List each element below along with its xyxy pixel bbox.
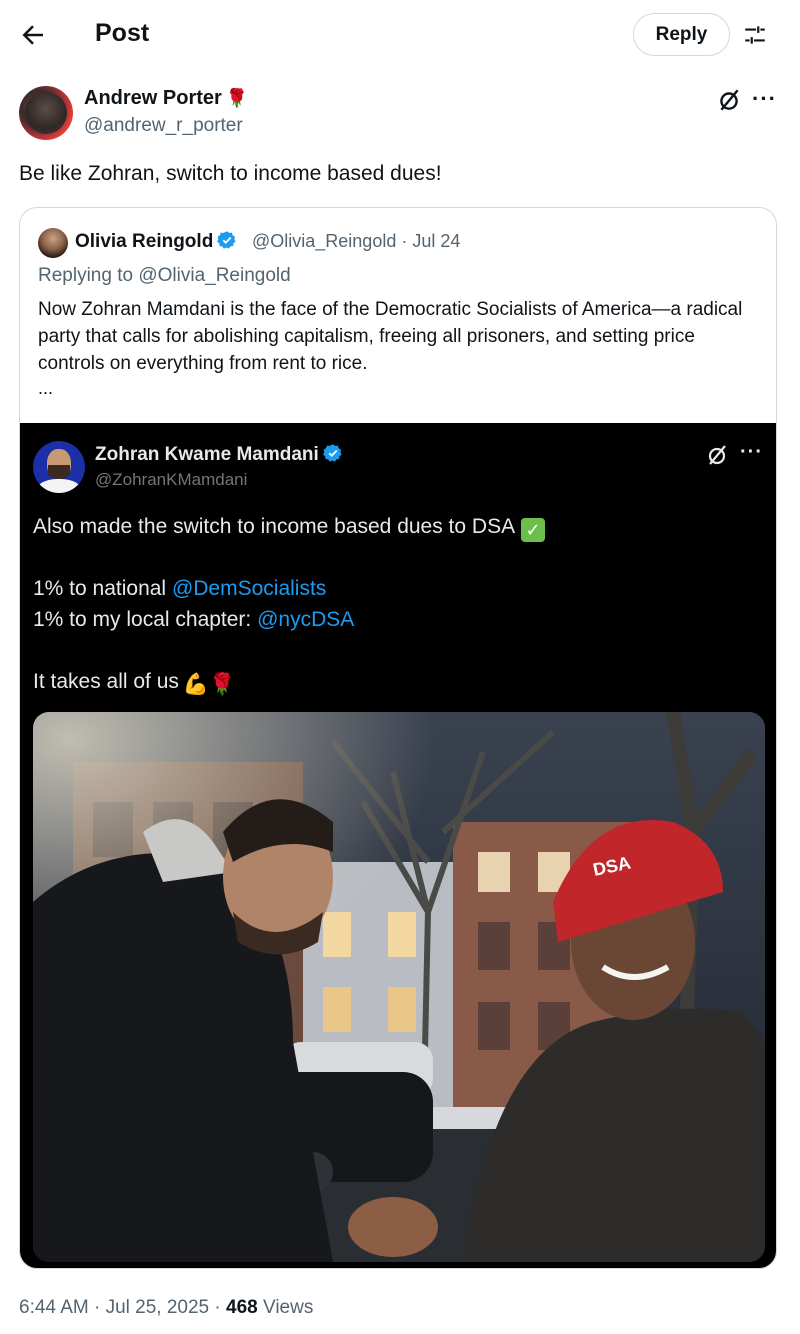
author-name-row[interactable]: Andrew Porter 🌹	[84, 87, 248, 110]
views-label: Views	[257, 1297, 314, 1318]
replying-to: Replying to @Olivia_Reingold	[38, 265, 291, 286]
embedded-image[interactable]: Zohran Kwame Mamdani @ZohranKMamdani ···…	[20, 423, 776, 1268]
author-avatar[interactable]	[19, 86, 73, 140]
grok-icon[interactable]	[716, 87, 742, 113]
embedded-line-3: 1% to my local chapter: @nycDSA	[33, 608, 354, 632]
embedded-author-name: Zohran Kwame Mamdani	[95, 444, 319, 465]
views-count: 468	[226, 1297, 258, 1318]
flexed-arm-rose-icons: 💪🌹	[182, 673, 236, 696]
sliders-icon[interactable]	[741, 22, 769, 48]
more-options-icon[interactable]: ···	[752, 86, 777, 112]
embedded-author-row: Zohran Kwame Mamdani	[95, 443, 343, 466]
rose-icon: 🌹	[225, 88, 249, 108]
check-mark-icon: ✓	[521, 518, 546, 542]
back-arrow-icon[interactable]	[18, 20, 48, 50]
post-meta: 6:44 AM · Jul 25, 2025 · 468 Views	[19, 1297, 313, 1319]
quoted-author-row[interactable]: Olivia Reingold	[75, 230, 237, 253]
embedded-line-4-text: It takes all of us	[33, 670, 179, 693]
quoted-author-avatar[interactable]	[38, 228, 68, 258]
quoted-author-name[interactable]: Olivia Reingold	[75, 231, 213, 252]
quoted-handle-date: @Olivia_Reingold · Jul 24	[252, 231, 461, 251]
embedded-line-4: It takes all of us 💪🌹	[33, 670, 235, 697]
author-handle[interactable]: @andrew_r_porter	[84, 115, 243, 137]
reply-button[interactable]: Reply	[633, 13, 730, 56]
more-options-icon: ···	[740, 441, 763, 463]
grok-icon	[708, 445, 726, 465]
author-name[interactable]: Andrew Porter	[84, 87, 222, 109]
post-text: Be like Zohran, switch to income based d…	[19, 162, 442, 185]
mention-link: @DemSocialists	[171, 577, 327, 600]
verified-badge-icon	[217, 231, 236, 249]
mention-link: @nycDSA	[257, 608, 355, 631]
embedded-line-3-text: 1% to my local chapter:	[33, 608, 258, 631]
selfie-photo: DSA	[33, 712, 765, 1262]
quoted-post[interactable]: Olivia Reingold @Olivia_Reingold · Jul 2…	[19, 207, 777, 1269]
top-bar: Post Reply	[0, 0, 800, 70]
post-timestamp[interactable]: 6:44 AM · Jul 25, 2025 ·	[19, 1297, 226, 1318]
page-title: Post	[95, 19, 150, 47]
verified-badge-icon	[322, 444, 342, 462]
embedded-line-1: Also made the switch to income based due…	[33, 515, 546, 542]
quoted-text: Now Zohran Mamdani is the face of the De…	[38, 299, 743, 374]
embedded-author-avatar	[33, 441, 85, 493]
quoted-ellipsis: ...	[38, 378, 54, 398]
embedded-line-2-text: 1% to national	[33, 577, 172, 600]
embedded-line-1-text: Also made the switch to income based due…	[33, 515, 516, 538]
embedded-line-2: 1% to national @DemSocialists	[33, 577, 326, 601]
embedded-author-handle: @ZohranKMamdani	[95, 470, 248, 489]
